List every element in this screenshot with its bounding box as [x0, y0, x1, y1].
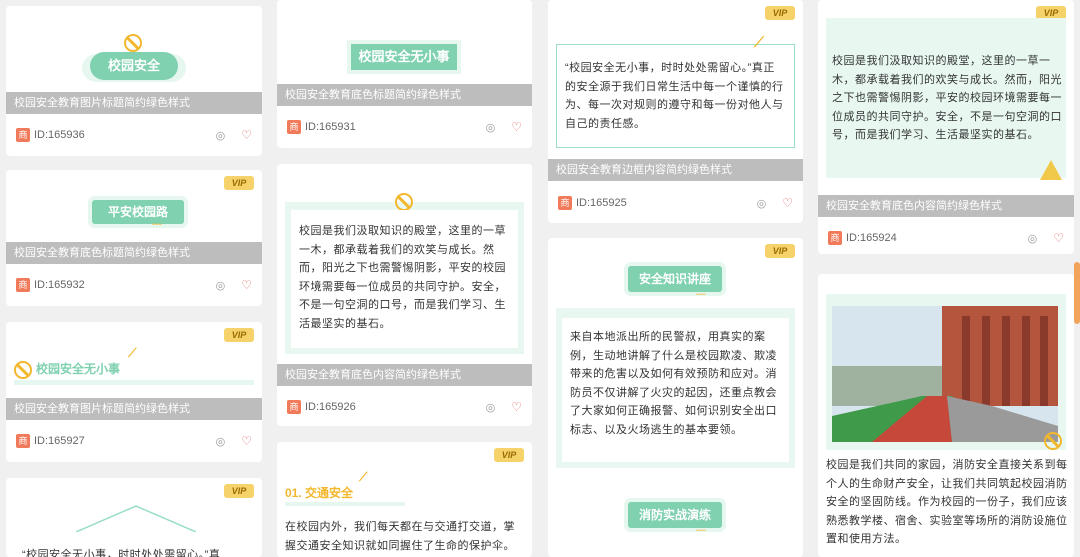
card-caption: 校园安全教育图片标题简约绿色样式: [6, 398, 262, 420]
card-preview: VIP ⟋ 01. 交通安全 在校园内外，我们每天都在与交通打交道，掌握交通安全…: [277, 442, 532, 557]
body-text: “校园安全无小事，时时处处需留心。”真: [22, 549, 221, 557]
heart-icon[interactable]: ♡: [241, 128, 252, 142]
heart-icon[interactable]: ♡: [511, 120, 522, 134]
template-card[interactable]: VIP “校园安全无小事，时时处处需留心。”真: [6, 478, 262, 557]
vip-badge: VIP: [765, 6, 795, 20]
body-text: “校园安全无小事，时时处处需留心。”真正的安全源于我们日常生活中每一个谨慎的行为…: [565, 62, 784, 130]
card-caption: 校园安全教育底色标题简约绿色样式: [277, 84, 532, 106]
sparkle-icon: ⟋: [754, 34, 764, 50]
no-entry-icon: [395, 193, 413, 211]
title-label: 校园安全无小事: [36, 362, 121, 376]
merchant-badge: 商: [558, 196, 572, 210]
heart-icon[interactable]: ♡: [782, 196, 793, 210]
no-entry-icon: [14, 361, 32, 379]
merchant-badge: 商: [287, 400, 301, 414]
card-caption: 校园安全教育边框内容简约绿色样式: [548, 159, 803, 181]
vip-badge: VIP: [494, 448, 524, 462]
no-entry-icon: [124, 34, 142, 52]
merchant-badge: 商: [16, 434, 30, 448]
eye-slash-icon[interactable]: ◎: [216, 129, 226, 142]
card-id: ID:165932: [34, 279, 85, 291]
template-card[interactable]: 校园安全 校园安全教育图片标题简约绿色样式 商 ID:165936 ◎ ♡: [6, 6, 262, 156]
heart-icon[interactable]: ♡: [511, 400, 522, 414]
card-preview: 校园是我们汲取知识的殿堂，这里的一草一木，都承载着我们的欢笑与成长。然而，阳光之…: [277, 164, 532, 364]
card-id: ID:165924: [846, 232, 897, 244]
card-caption: 校园安全教育底色标题简约绿色样式: [6, 242, 262, 264]
template-card[interactable]: 校园是我们汲取知识的殿堂，这里的一草一木，都承载着我们的欢笑与成长。然而，阳光之…: [277, 164, 532, 426]
no-entry-icon: [1044, 432, 1062, 450]
card-preview: VIP 安全知识讲座 ᵕᵕᵕ 来自本地派出所的民警叔，用真实的案例，生动地讲解了…: [548, 238, 803, 557]
body-text: 校园是我们汲取知识的殿堂，这里的一草一木，都承载着我们的欢笑与成长。然而，阳光之…: [299, 225, 506, 330]
template-card[interactable]: VIP 安全知识讲座 ᵕᵕᵕ 来自本地派出所的民警叔，用真实的案例，生动地讲解了…: [548, 238, 803, 557]
card-caption: 校园安全教育底色内容简约绿色样式: [277, 364, 532, 386]
merchant-badge: 商: [16, 128, 30, 142]
card-id: ID:165927: [34, 435, 85, 447]
template-card[interactable]: 校园是我们共同的家园，消防安全直接关系到每个人的生命财产安全，让我们共同筑起校园…: [818, 274, 1074, 557]
title-label: 校园安全: [90, 52, 178, 80]
title-label: 校园安全无小事: [351, 44, 457, 70]
card-caption: 校园安全教育底色内容简约绿色样式: [818, 195, 1074, 217]
body-text: 校园是我们汲取知识的殿堂，这里的一草一木，都承载着我们的欢笑与成长。然而，阳光之…: [832, 55, 1062, 141]
card-id: ID:165926: [305, 401, 356, 413]
vip-badge: VIP: [224, 484, 254, 498]
sparkle-icon: ⟋: [359, 470, 368, 484]
title-label: 安全知识讲座: [628, 266, 722, 292]
body-text: 校园是我们共同的家园，消防安全直接关系到每个人的生命财产安全，让我们共同筑起校园…: [826, 459, 1068, 545]
warning-icon: [1040, 160, 1062, 180]
template-card[interactable]: VIP 校园是我们汲取知识的殿堂，这里的一草一木，都承载着我们的欢笑与成长。然而…: [818, 0, 1074, 254]
card-id: ID:165936: [34, 129, 85, 141]
scrollbar[interactable]: [1074, 262, 1080, 324]
sparkle-icon: ⟋: [128, 346, 137, 360]
template-card[interactable]: VIP 平安校园路 ᵕᵕᵕ 校园安全教育底色标题简约绿色样式 商 ID:1659…: [6, 170, 262, 306]
section-heading: 01. 交通安全: [285, 486, 354, 500]
card-preview: VIP 校园是我们汲取知识的殿堂，这里的一草一木，都承载着我们的欢笑与成长。然而…: [818, 0, 1074, 191]
merchant-badge: 商: [16, 278, 30, 292]
card-preview: 校园是我们共同的家园，消防安全直接关系到每个人的生命财产安全，让我们共同筑起校园…: [818, 274, 1074, 557]
heart-icon[interactable]: ♡: [241, 278, 252, 292]
card-preview: VIP ⟋ 校园安全无小事: [6, 322, 262, 398]
heart-icon[interactable]: ♡: [1053, 231, 1064, 245]
title-label-2: 消防实战演练: [628, 502, 722, 528]
sparkle-icon: ᵕᵕᵕ: [696, 290, 706, 299]
card-preview: VIP “校园安全无小事，时时处处需留心。”真正的安全源于我们日常生活中每一个谨…: [548, 0, 803, 159]
card-id: ID:165931: [305, 121, 356, 133]
heart-icon[interactable]: ♡: [241, 434, 252, 448]
template-card[interactable]: VIP “校园安全无小事，时时处处需留心。”真正的安全源于我们日常生活中每一个谨…: [548, 0, 803, 223]
merchant-badge: 商: [287, 120, 301, 134]
card-preview: VIP “校园安全无小事，时时处处需留心。”真: [6, 478, 262, 557]
triangle-line-icon: [76, 505, 196, 532]
card-caption: 校园安全教育图片标题简约绿色样式: [6, 92, 262, 114]
eye-slash-icon[interactable]: ◎: [486, 121, 496, 134]
card-preview: 校园安全: [6, 6, 262, 92]
eye-slash-icon[interactable]: ◎: [757, 197, 767, 210]
eye-slash-icon[interactable]: ◎: [216, 435, 226, 448]
merchant-badge: 商: [828, 231, 842, 245]
vip-badge: VIP: [224, 176, 254, 190]
school-track-photo: [832, 306, 1058, 442]
body-text: 来自本地派出所的民警叔，用真实的案例，生动地讲解了什么是校园欺凌、欺凌带来的危害…: [570, 331, 777, 436]
body-text: 在校园内外，我们每天都在与交通打交道，掌握交通安全知识就如同握住了生命的保护伞。: [285, 521, 515, 552]
vip-badge: VIP: [224, 328, 254, 342]
card-preview: VIP 平安校园路 ᵕᵕᵕ: [6, 170, 262, 242]
title-label: 平安校园路: [92, 200, 184, 224]
template-card[interactable]: 校园安全无小事 校园安全教育底色标题简约绿色样式 商 ID:165931 ◎ ♡: [277, 0, 532, 148]
sparkle-icon: ᵕᵕᵕ: [152, 220, 162, 229]
card-id: ID:165925: [576, 197, 627, 209]
template-card[interactable]: VIP ⟋ 01. 交通安全 在校园内外，我们每天都在与交通打交道，掌握交通安全…: [277, 442, 532, 557]
eye-slash-icon[interactable]: ◎: [216, 279, 226, 292]
eye-slash-icon[interactable]: ◎: [486, 401, 496, 414]
template-card[interactable]: VIP ⟋ 校园安全无小事 校园安全教育图片标题简约绿色样式 商 ID:1659…: [6, 322, 262, 462]
eye-slash-icon[interactable]: ◎: [1028, 232, 1038, 245]
vip-badge: VIP: [765, 244, 795, 258]
sparkle-icon: ᵕᵕᵕ: [696, 526, 706, 535]
card-preview: 校园安全无小事: [277, 0, 532, 84]
